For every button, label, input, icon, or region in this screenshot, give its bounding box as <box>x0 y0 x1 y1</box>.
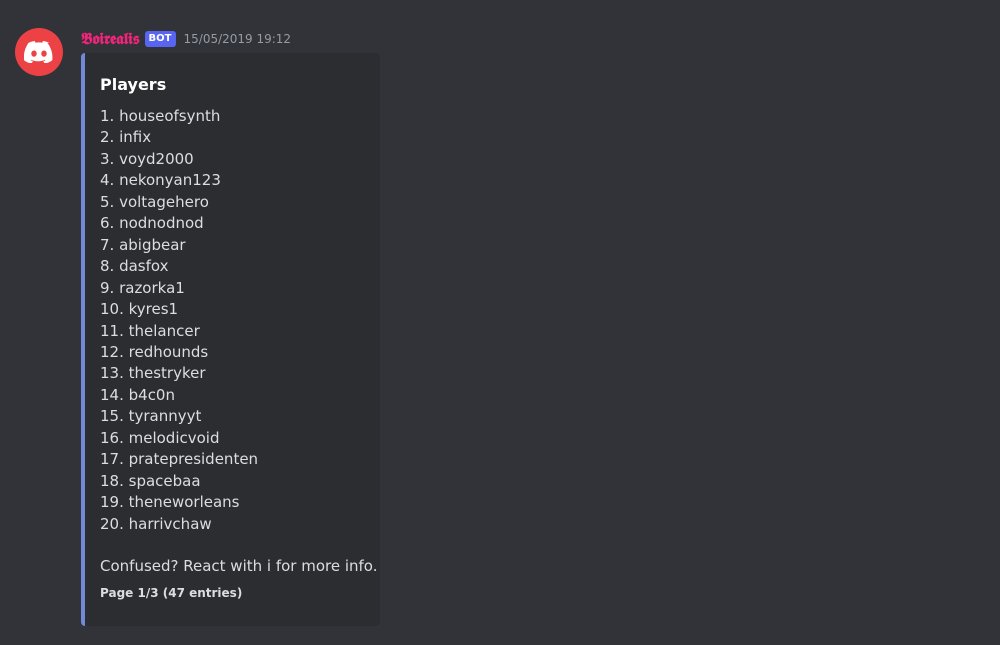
player-entry: 7. abigbear <box>100 235 366 256</box>
player-entry-text: 20. harrivchaw <box>100 514 212 533</box>
players-embed: Players 1. houseofsynth 2. infix 3. voyd… <box>81 53 380 626</box>
embed-footer: Page 1/3 (47 entries) <box>100 586 243 601</box>
player-entry-text: 3. voyd2000 <box>100 149 194 168</box>
player-entry-text: 12. redhounds <box>100 342 209 361</box>
player-entry-text: 10. kyres1 <box>100 300 179 319</box>
player-entry: 10. kyres1 <box>100 299 366 320</box>
player-entry-text: 16. melodicvoid <box>100 428 220 447</box>
player-entry-text: 9. razorka1 <box>100 278 185 297</box>
bot-avatar[interactable] <box>15 28 63 76</box>
player-entry-text: 8. dasfox <box>100 257 169 276</box>
player-entry-text: 18. spacebaa <box>100 471 201 490</box>
message-timestamp[interactable]: 15/05/2019 19:12 <box>184 32 292 46</box>
player-entry: 2. infix <box>100 127 366 148</box>
player-entry: 5. voltagehero <box>100 192 366 213</box>
player-entry: 8. dasfox <box>100 256 366 277</box>
chat-message: 𝕭𝖔𝖎𝖗𝖊𝖆𝖑𝖎𝖘 BOT 15/05/2019 19:12 Players 1… <box>0 0 1000 645</box>
player-entry: 11. thelancer <box>100 321 366 342</box>
player-entry: 16. melodicvoid <box>100 428 366 449</box>
player-entry: 14. b4c0n <box>100 385 366 406</box>
player-entry-text: 15. tyrannyyt <box>100 407 202 426</box>
player-entry-text: 5. voltagehero <box>100 192 209 211</box>
embed-content: Players 1. houseofsynth 2. infix 3. voyd… <box>85 53 380 601</box>
player-entry-text: 4. nekonyan123 <box>100 171 221 190</box>
player-list: 1. houseofsynth 2. infix 3. voyd2000 4. … <box>100 106 366 535</box>
player-entry-text: 13. thestryker <box>100 364 206 383</box>
embed-title: Players <box>100 75 167 94</box>
player-entry: 18. spacebaa <box>100 471 366 492</box>
message-header: 𝕭𝖔𝖎𝖗𝖊𝖆𝖑𝖎𝖘 BOT 15/05/2019 19:12 <box>81 28 291 50</box>
player-entry-text: 11. thelancer <box>100 321 200 340</box>
player-entry: 13. thestryker <box>100 363 366 384</box>
player-entry-text: 1. houseofsynth <box>100 107 221 125</box>
player-entry-text: 6. nodnodnod <box>100 214 204 233</box>
player-entry: 4. nekonyan123 <box>100 170 366 191</box>
embed-description: Confused? React with i for more info. <box>100 557 378 576</box>
player-entry-text: 7. abigbear <box>100 235 186 254</box>
bot-badge-label: BOT <box>148 33 172 44</box>
player-entry-text: 17. pratepresidenten <box>100 450 259 469</box>
bot-badge: BOT <box>144 31 176 47</box>
player-entry-text: 19. theneworleans <box>100 493 240 512</box>
player-entry: 12. redhounds <box>100 342 366 363</box>
player-entry: 1. houseofsynth <box>100 106 366 127</box>
player-entry: 17. pratepresidenten <box>100 449 366 470</box>
player-entry: 9. razorka1 <box>100 278 366 299</box>
player-entry-text: 2. infix <box>100 128 152 147</box>
player-entry: 3. voyd2000 <box>100 149 366 170</box>
player-entry: 6. nodnodnod <box>100 213 366 234</box>
player-entry: 19. theneworleans <box>100 492 366 513</box>
player-entry: 20. harrivchaw <box>100 514 366 535</box>
player-entry-text: 14. b4c0n <box>100 385 175 404</box>
player-entry: 15. tyrannyyt <box>100 406 366 427</box>
discord-logo-icon <box>24 41 54 63</box>
author-name[interactable]: 𝕭𝖔𝖎𝖗𝖊𝖆𝖑𝖎𝖘 <box>81 29 140 49</box>
